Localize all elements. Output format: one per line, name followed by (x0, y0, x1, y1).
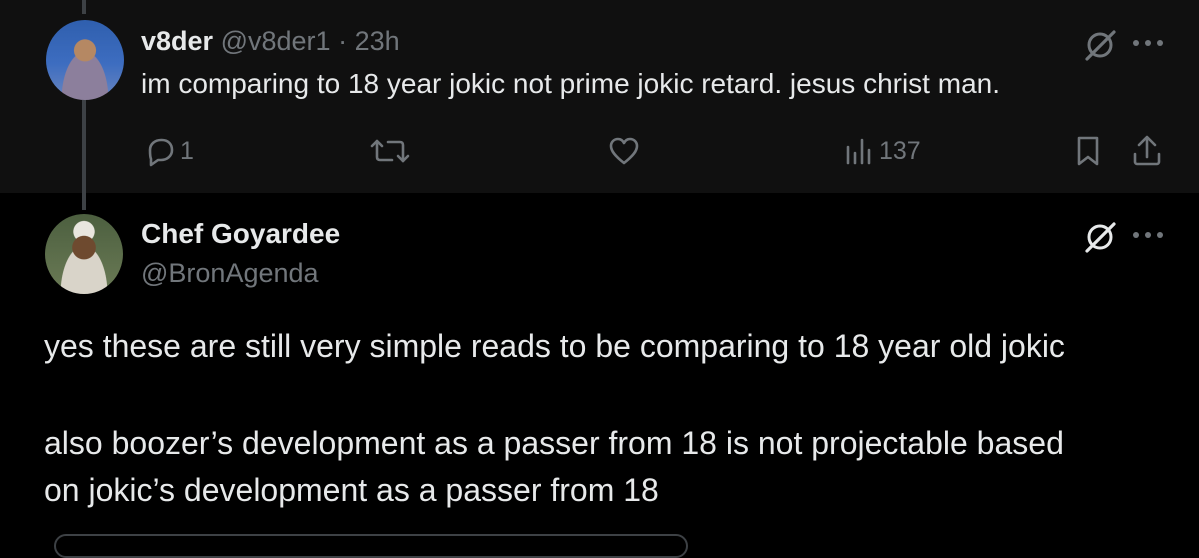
bookmark-icon (1077, 136, 1099, 166)
repost-icon (370, 139, 410, 163)
display-name[interactable]: v8der (141, 26, 213, 56)
reply-action[interactable]: 1 (144, 132, 194, 170)
timestamp[interactable]: 23h (355, 26, 400, 56)
display-name[interactable]: Chef Goyardee (141, 218, 340, 250)
avatar[interactable] (46, 20, 124, 100)
like-action[interactable] (607, 132, 641, 170)
separator-dot: · (338, 26, 348, 56)
reply-tweet[interactable]: v8der @v8der1 · 23h im comparing to 18 y… (0, 0, 1199, 210)
thread-line-top (82, 0, 86, 14)
reply-count: 1 (180, 136, 194, 165)
reply-header: v8der @v8der1 · 23h (141, 26, 400, 57)
grok-icon[interactable] (1083, 28, 1117, 62)
more-icon[interactable] (1131, 38, 1165, 48)
views-action[interactable]: 137 (843, 132, 921, 170)
repost-action[interactable] (369, 132, 411, 170)
grok-icon[interactable] (1083, 220, 1117, 254)
like-icon (609, 137, 639, 165)
bookmark-action[interactable] (1073, 132, 1103, 170)
handle[interactable]: @BronAgenda (141, 258, 319, 289)
reply-icon (148, 138, 174, 167)
share-action[interactable] (1130, 132, 1164, 170)
view-count: 137 (879, 136, 921, 165)
share-icon (1133, 135, 1161, 166)
handle[interactable]: @v8der1 (221, 26, 331, 56)
thread-line (82, 100, 86, 210)
views-icon (846, 138, 871, 165)
tweet-text: im comparing to 18 year jokic not prime … (141, 68, 1000, 99)
more-icon[interactable] (1131, 230, 1165, 240)
avatar[interactable] (45, 214, 123, 294)
tweet-text-line: also boozer’s development as a passer fr… (44, 425, 1064, 461)
embedded-card-edge[interactable] (54, 534, 688, 558)
tweet-text-line: on jokic’s development as a passer from … (44, 472, 659, 508)
tweet-text-line: yes these are still very simple reads to… (44, 328, 1065, 364)
